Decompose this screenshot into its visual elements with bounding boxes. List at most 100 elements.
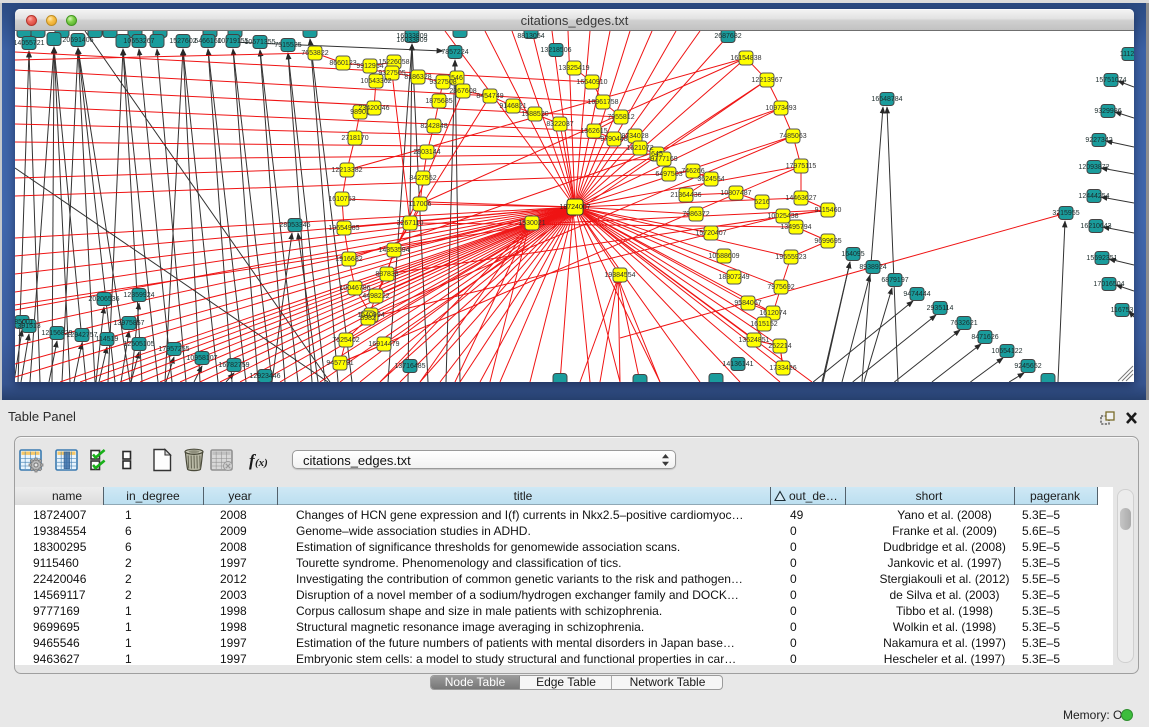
svg-text:12213382: 12213382: [331, 167, 362, 174]
svg-text:19655923: 19655923: [775, 254, 806, 261]
svg-text:20691406: 20691406: [62, 37, 93, 44]
svg-text:20206536: 20206536: [88, 296, 119, 303]
svg-text:18807249: 18807249: [718, 274, 749, 281]
svg-text:10543362: 10543362: [360, 78, 391, 85]
svg-text:2718170: 2718170: [341, 135, 368, 142]
svg-text:10653267: 10653267: [123, 38, 154, 45]
svg-text:9734028: 9734028: [621, 133, 648, 140]
svg-text:10688609: 10688609: [708, 253, 739, 260]
svg-text:9227342: 9227342: [1085, 137, 1112, 144]
svg-text:8813054: 8813054: [517, 33, 544, 40]
svg-text:15751074: 15751074: [1095, 77, 1126, 84]
svg-text:12359924: 12359924: [123, 292, 154, 299]
svg-text:1612074: 1612074: [759, 310, 786, 317]
svg-text:16640910: 16640910: [576, 79, 607, 86]
svg-text:12093872: 12093872: [1078, 164, 1109, 171]
svg-text:746266: 746266: [681, 168, 704, 175]
svg-text:391513: 391513: [17, 323, 40, 330]
svg-text:15692351: 15692351: [1086, 255, 1117, 262]
svg-text:2935114: 2935114: [927, 305, 954, 312]
svg-text:9329986: 9329986: [1094, 108, 1121, 115]
svg-text:1916682: 1916682: [335, 256, 362, 263]
svg-text:1362615: 1362615: [580, 128, 607, 135]
svg-text:2803144: 2803144: [413, 149, 440, 156]
svg-text:546: 546: [451, 75, 463, 82]
svg-text:16648784: 16648784: [871, 96, 902, 103]
svg-text:11123: 11123: [1120, 51, 1134, 58]
svg-text:1875685: 1875685: [425, 98, 452, 105]
svg-text:16961758: 16961758: [587, 99, 618, 106]
svg-text:18724007: 18724007: [559, 204, 590, 211]
svg-text:8982: 8982: [360, 315, 376, 322]
svg-text:6216: 6216: [754, 199, 770, 206]
svg-text:9584067: 9584067: [734, 300, 761, 307]
svg-text:1610753: 1610753: [328, 196, 355, 203]
svg-text:7986372: 7986372: [682, 211, 709, 218]
svg-text:12942757: 12942757: [66, 332, 97, 339]
svg-text:15720407: 15720407: [695, 230, 726, 237]
svg-text:1527602: 1527602: [169, 38, 196, 45]
svg-text:14055721: 14055721: [15, 40, 45, 47]
svg-text:17975115: 17975115: [786, 163, 817, 170]
svg-text:12505105: 12505105: [123, 341, 154, 348]
svg-text:15226058: 15226058: [378, 59, 409, 66]
svg-text:4498222: 4498222: [362, 293, 389, 300]
svg-text:10807487: 10807487: [720, 190, 751, 197]
svg-text:10958107: 10958107: [186, 355, 217, 362]
svg-text:9699695: 9699695: [814, 238, 841, 245]
svg-text:3267110: 3267110: [397, 220, 424, 227]
svg-text:8427552: 8427552: [409, 175, 436, 182]
svg-text:7975692: 7975692: [767, 284, 794, 291]
svg-text:17957255: 17957255: [158, 346, 189, 353]
svg-text:7485063: 7485063: [779, 133, 806, 140]
svg-text:14136141: 14136141: [722, 361, 753, 368]
svg-text:114519: 114519: [96, 336, 119, 343]
svg-text:1615152: 1615152: [750, 321, 777, 328]
svg-text:(x): (x): [255, 457, 268, 469]
svg-text:19384554: 19384554: [604, 272, 635, 279]
svg-text:3215955: 3215955: [1052, 210, 1079, 217]
svg-text:14353594: 14353594: [378, 247, 409, 254]
svg-text:7515525: 7515525: [274, 42, 301, 49]
svg-text:14463627: 14463627: [785, 195, 816, 202]
svg-text:1530021: 1530021: [518, 220, 545, 227]
svg-text:17016504: 17016504: [1093, 281, 1124, 288]
svg-text:16914479: 16914479: [368, 341, 399, 348]
svg-text:13524851: 13524851: [738, 337, 769, 344]
svg-text:13975857: 13975857: [113, 320, 144, 327]
svg-text:12444254: 12444254: [1078, 193, 1109, 200]
svg-text:10654122: 10654122: [991, 348, 1022, 355]
svg-text:8322037: 8322037: [546, 121, 573, 128]
svg-text:9327505: 9327505: [378, 70, 405, 77]
svg-text:12213967: 12213967: [751, 77, 782, 84]
svg-text:9457791: 9457791: [326, 360, 353, 367]
svg-text:21364436: 21364436: [670, 192, 701, 199]
svg-text:8660123: 8660123: [329, 60, 356, 67]
svg-text:3624554: 3624554: [697, 176, 724, 183]
svg-text:7857224: 7857224: [441, 49, 468, 56]
svg-text:8471626: 8471626: [971, 334, 998, 341]
svg-text:13218506: 13218506: [540, 47, 571, 54]
svg-text:9146821: 9146821: [499, 103, 526, 110]
svg-text:98901: 98901: [350, 109, 370, 116]
svg-text:16033809: 16033809: [396, 37, 427, 44]
svg-text:16210643: 16210643: [1080, 223, 1111, 230]
svg-text:10671355: 10671355: [244, 39, 275, 46]
svg-text:12923446: 12923446: [249, 373, 280, 380]
svg-text:164095: 164095: [841, 251, 864, 258]
svg-text:6879197: 6879197: [881, 277, 908, 284]
svg-text:7955812: 7955812: [607, 114, 634, 121]
svg-text:7632621: 7632621: [950, 320, 977, 327]
svg-text:16782759: 16782759: [218, 362, 249, 369]
svg-text:1733426: 1733426: [769, 365, 796, 372]
svg-text:9474444: 9474444: [903, 291, 930, 298]
svg-text:7653822: 7653822: [301, 50, 328, 57]
svg-text:13325419: 13325419: [558, 65, 589, 72]
svg-text:28053346: 28053346: [279, 222, 310, 229]
svg-text:10973493: 10973493: [765, 105, 796, 112]
svg-text:9777169: 9777169: [650, 156, 677, 163]
svg-text:16154838: 16154838: [730, 55, 761, 62]
svg-text:13716485: 13716485: [394, 363, 425, 370]
svg-text:2367608: 2367608: [449, 88, 476, 95]
svg-text:10025438: 10025438: [767, 213, 798, 220]
